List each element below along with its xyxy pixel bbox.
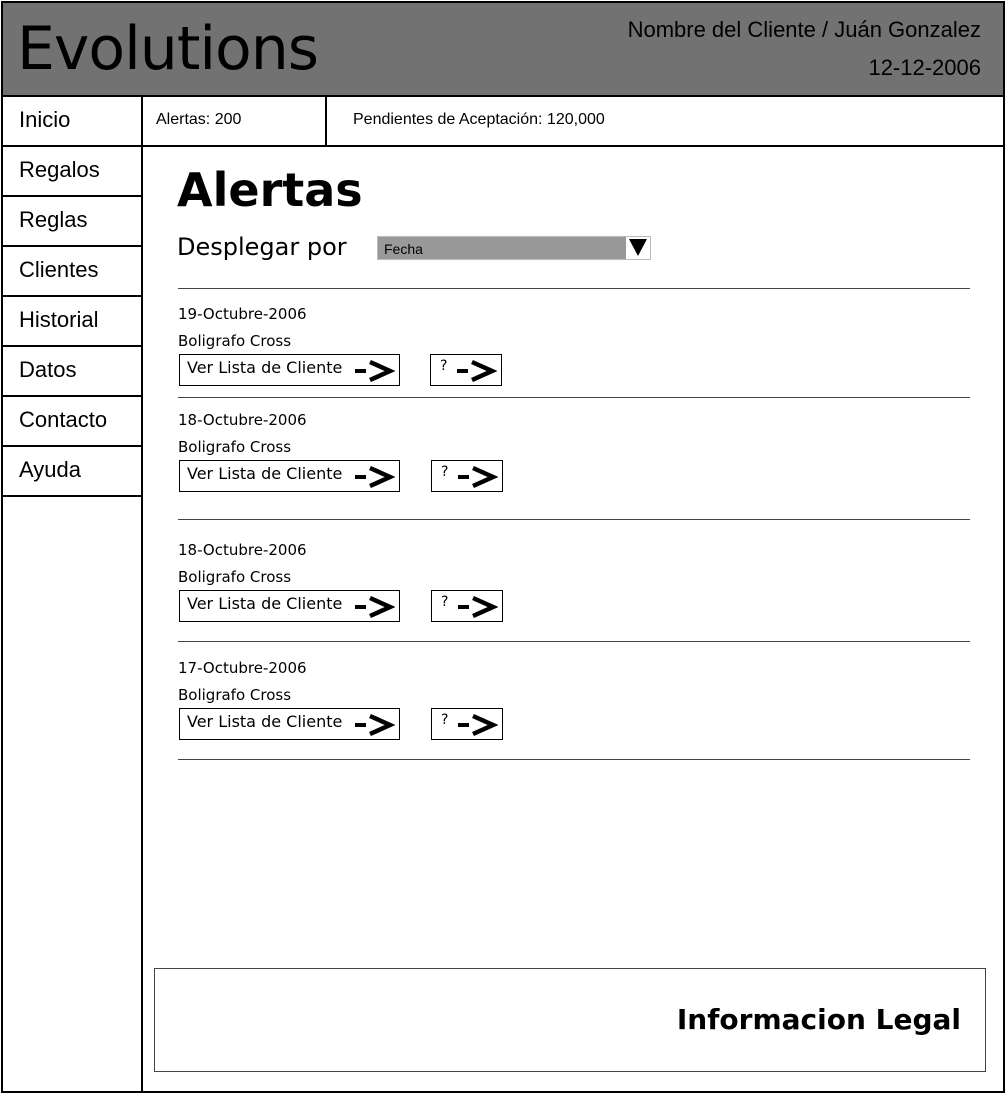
app-frame: Evolutions Nombre del Cliente / Juán Gon… [1,1,1005,1093]
arrow-right-icon [355,359,395,383]
alerts-count: Alertas: 200 [156,111,242,128]
alert-item: Boligrafo Cross [178,568,292,586]
alert-item: Boligrafo Cross [178,686,292,704]
nav-item-reglas[interactable]: Reglas [3,197,141,247]
help-label: ? [440,358,448,374]
legal-footer: Informacion Legal [154,968,986,1072]
sort-select[interactable]: Fecha [377,236,651,260]
view-client-list-button[interactable]: Ver Lista de Cliente [179,590,400,622]
arrow-right-icon [458,713,498,737]
client-name: Nombre del Cliente / Juán Gonzalez [627,17,981,42]
alert-date: 18-Octubre-2006 [178,411,307,429]
help-button[interactable]: ? [430,354,502,386]
nav-item-ayuda[interactable]: Ayuda [3,447,141,497]
nav-item-clientes[interactable]: Clientes [3,247,141,297]
sidebar-nav: Inicio Regalos Reglas Clientes Historial… [3,97,141,497]
alert-item: Boligrafo Cross [178,438,292,456]
nav-item-inicio[interactable]: Inicio [3,97,141,147]
nav-item-datos[interactable]: Datos [3,347,141,397]
help-label: ? [441,594,449,610]
header: Evolutions Nombre del Cliente / Juán Gon… [3,3,1003,97]
stats-divider [325,97,327,145]
arrow-right-icon [355,465,395,489]
divider [178,519,970,520]
pending-count: Pendientes de Aceptación: 120,000 [353,111,605,128]
alert-date: 18-Octubre-2006 [178,541,307,559]
legal-info-link[interactable]: Informacion Legal [677,1003,961,1036]
header-date: 12-12-2006 [868,55,981,80]
divider [178,397,970,398]
alert-date: 17-Octubre-2006 [178,659,307,677]
help-button[interactable]: ? [431,708,503,740]
help-button[interactable]: ? [431,590,503,622]
help-label: ? [441,464,449,480]
nav-item-contacto[interactable]: Contacto [3,397,141,447]
stats-bar: Alertas: 200 Pendientes de Aceptación: 1… [143,97,1003,147]
view-client-list-button[interactable]: Ver Lista de Cliente [179,708,400,740]
view-client-list-label: Ver Lista de Cliente [187,358,343,377]
view-client-list-label: Ver Lista de Cliente [187,594,343,613]
view-client-list-button[interactable]: Ver Lista de Cliente [179,460,400,492]
view-client-list-button[interactable]: Ver Lista de Cliente [179,354,400,386]
arrow-right-icon [355,713,395,737]
divider [178,641,970,642]
sort-label: Desplegar por [177,233,347,261]
logo: Evolutions [17,14,319,84]
view-client-list-label: Ver Lista de Cliente [187,464,343,483]
dropdown-arrow-icon [629,239,647,256]
divider [178,759,970,760]
divider [178,288,970,289]
nav-item-regalos[interactable]: Regalos [3,147,141,197]
page-title: Alertas [177,163,363,217]
help-button[interactable]: ? [431,460,503,492]
help-label: ? [441,712,449,728]
view-client-list-label: Ver Lista de Cliente [187,712,343,731]
arrow-right-icon [457,359,497,383]
alert-item: Boligrafo Cross [178,332,292,350]
sort-select-value: Fecha [378,237,626,259]
alert-date: 19-Octubre-2006 [178,305,307,323]
sidebar-divider [141,97,143,1091]
arrow-right-icon [458,595,498,619]
arrow-right-icon [458,465,498,489]
nav-item-historial[interactable]: Historial [3,297,141,347]
arrow-right-icon [355,595,395,619]
